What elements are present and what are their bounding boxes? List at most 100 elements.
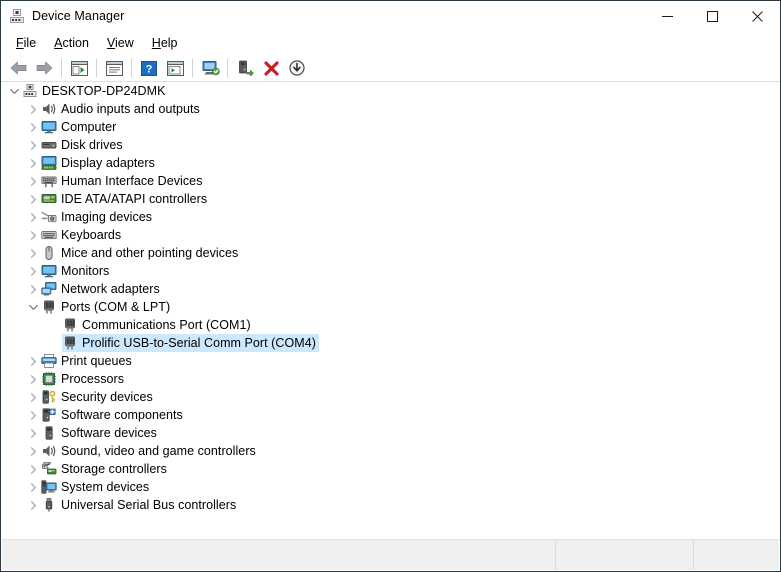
chevron-right-icon[interactable] bbox=[25, 172, 41, 190]
tree-item[interactable]: Mice and other pointing devices bbox=[2, 244, 779, 262]
toolbar-separator bbox=[61, 59, 62, 77]
tree-item[interactable]: Software devices bbox=[2, 424, 779, 442]
tree-item[interactable]: Prolific USB-to-Serial Comm Port (COM4) bbox=[2, 334, 779, 352]
security-device-icon bbox=[41, 389, 57, 405]
tree-item[interactable]: Ports (COM & LPT) bbox=[2, 298, 779, 316]
tree-item-hit-area[interactable]: Security devices bbox=[41, 388, 156, 406]
disable-down-arrow-icon[interactable] bbox=[284, 56, 310, 80]
device-tree[interactable]: DESKTOP-DP24DMKAudio inputs and outputsC… bbox=[2, 82, 779, 540]
status-pane-secondary bbox=[556, 540, 694, 570]
red-x-icon[interactable] bbox=[258, 56, 284, 80]
close-button[interactable] bbox=[735, 1, 780, 31]
maximize-button[interactable] bbox=[690, 1, 735, 31]
tree-item-hit-area[interactable]: Mice and other pointing devices bbox=[41, 244, 241, 262]
toolbar-separator bbox=[131, 59, 132, 77]
chevron-right-icon[interactable] bbox=[25, 496, 41, 514]
tree-item-hit-area[interactable]: Sound, video and game controllers bbox=[41, 442, 259, 460]
tree-item[interactable]: System devices bbox=[2, 478, 779, 496]
tree-item-hit-area[interactable]: Network adapters bbox=[41, 280, 163, 298]
action-pane-icon[interactable] bbox=[162, 56, 188, 80]
menu-accelerator: A bbox=[54, 36, 62, 50]
properties-icon[interactable] bbox=[101, 56, 127, 80]
tree-item-hit-area[interactable]: Imaging devices bbox=[41, 208, 155, 226]
tree-item[interactable]: IDE ATA/ATAPI controllers bbox=[2, 190, 779, 208]
tree-item[interactable]: Disk drives bbox=[2, 136, 779, 154]
tree-item-hit-area[interactable]: Universal Serial Bus controllers bbox=[41, 496, 239, 514]
tree-item-hit-area[interactable]: Print queues bbox=[41, 352, 135, 370]
tree-item-hit-area[interactable]: Ports (COM & LPT) bbox=[41, 298, 173, 316]
tree-item[interactable]: Communications Port (COM1) bbox=[2, 316, 779, 334]
console-tree-icon[interactable] bbox=[66, 56, 92, 80]
tree-item[interactable]: Network adapters bbox=[2, 280, 779, 298]
tree-item[interactable]: Software components bbox=[2, 406, 779, 424]
port-icon bbox=[62, 335, 78, 351]
tree-item[interactable]: Storage controllers bbox=[2, 460, 779, 478]
tree-item[interactable]: Print queues bbox=[2, 352, 779, 370]
tree-item-hit-area[interactable]: Display adapters bbox=[41, 154, 158, 172]
tree-item[interactable]: Security devices bbox=[2, 388, 779, 406]
menu-help[interactable]: Help bbox=[143, 34, 187, 52]
chevron-right-icon[interactable] bbox=[25, 370, 41, 388]
chevron-right-icon[interactable] bbox=[25, 460, 41, 478]
tree-item-hit-area[interactable]: Human Interface Devices bbox=[41, 172, 206, 190]
chevron-right-icon[interactable] bbox=[25, 424, 41, 442]
tree-item-hit-area[interactable]: Processors bbox=[41, 370, 127, 388]
tree-item-hit-area[interactable]: Computer bbox=[41, 118, 119, 136]
speaker-icon bbox=[41, 443, 57, 459]
chevron-right-icon[interactable] bbox=[25, 118, 41, 136]
chevron-right-icon[interactable] bbox=[25, 208, 41, 226]
tree-item-hit-area[interactable]: Communications Port (COM1) bbox=[62, 316, 254, 334]
tree-item[interactable]: Imaging devices bbox=[2, 208, 779, 226]
tree-item-hit-area[interactable]: DESKTOP-DP24DMK bbox=[22, 82, 168, 100]
tree-item[interactable]: Universal Serial Bus controllers bbox=[2, 496, 779, 514]
tree-item-hit-area[interactable]: Audio inputs and outputs bbox=[41, 100, 203, 118]
keyboard-icon bbox=[41, 227, 57, 243]
chevron-right-icon[interactable] bbox=[25, 226, 41, 244]
chevron-right-icon[interactable] bbox=[25, 136, 41, 154]
tree-item-label: Universal Serial Bus controllers bbox=[57, 496, 239, 514]
tree-item-hit-area[interactable]: Prolific USB-to-Serial Comm Port (COM4) bbox=[62, 334, 319, 352]
chevron-right-icon[interactable] bbox=[25, 262, 41, 280]
tree-item[interactable]: Computer bbox=[2, 118, 779, 136]
help-question-icon[interactable]: ? bbox=[136, 56, 162, 80]
chevron-down-icon[interactable] bbox=[6, 82, 22, 100]
chevron-right-icon[interactable] bbox=[25, 190, 41, 208]
tree-item-hit-area[interactable]: IDE ATA/ATAPI controllers bbox=[41, 190, 210, 208]
chevron-right-icon[interactable] bbox=[25, 100, 41, 118]
tree-item-hit-area[interactable]: Keyboards bbox=[41, 226, 124, 244]
menu-file[interactable]: File bbox=[7, 34, 45, 52]
update-driver-icon[interactable] bbox=[232, 56, 258, 80]
tree-item-hit-area[interactable]: System devices bbox=[41, 478, 152, 496]
tree-item[interactable]: DESKTOP-DP24DMK bbox=[2, 82, 779, 100]
chevron-right-icon[interactable] bbox=[25, 388, 41, 406]
chevron-right-icon[interactable] bbox=[25, 406, 41, 424]
tree-item[interactable]: Audio inputs and outputs bbox=[2, 100, 779, 118]
back-arrow-icon[interactable] bbox=[5, 56, 31, 80]
menu-view[interactable]: View bbox=[98, 34, 143, 52]
tree-item-label: IDE ATA/ATAPI controllers bbox=[57, 190, 210, 208]
tree-item[interactable]: Display adapters bbox=[2, 154, 779, 172]
tree-item-hit-area[interactable]: Software components bbox=[41, 406, 186, 424]
chevron-right-icon[interactable] bbox=[25, 478, 41, 496]
toolbar: ? bbox=[1, 55, 780, 82]
scan-hardware-icon[interactable] bbox=[197, 56, 223, 80]
chevron-right-icon[interactable] bbox=[25, 442, 41, 460]
chevron-right-icon[interactable] bbox=[25, 352, 41, 370]
tree-item-hit-area[interactable]: Monitors bbox=[41, 262, 112, 280]
chevron-right-icon[interactable] bbox=[25, 154, 41, 172]
tree-item[interactable]: Human Interface Devices bbox=[2, 172, 779, 190]
minimize-button[interactable] bbox=[645, 1, 690, 31]
tree-item-hit-area[interactable]: Software devices bbox=[41, 424, 160, 442]
tree-item[interactable]: Processors bbox=[2, 370, 779, 388]
tree-item-label: Keyboards bbox=[57, 226, 124, 244]
tree-item-hit-area[interactable]: Disk drives bbox=[41, 136, 126, 154]
tree-item[interactable]: Sound, video and game controllers bbox=[2, 442, 779, 460]
chevron-down-icon[interactable] bbox=[25, 298, 41, 316]
tree-item-hit-area[interactable]: Storage controllers bbox=[41, 460, 170, 478]
menu-action[interactable]: Action bbox=[45, 34, 98, 52]
tree-item[interactable]: Monitors bbox=[2, 262, 779, 280]
chevron-right-icon[interactable] bbox=[25, 244, 41, 262]
forward-arrow-icon[interactable] bbox=[31, 56, 57, 80]
tree-item[interactable]: Keyboards bbox=[2, 226, 779, 244]
chevron-right-icon[interactable] bbox=[25, 280, 41, 298]
